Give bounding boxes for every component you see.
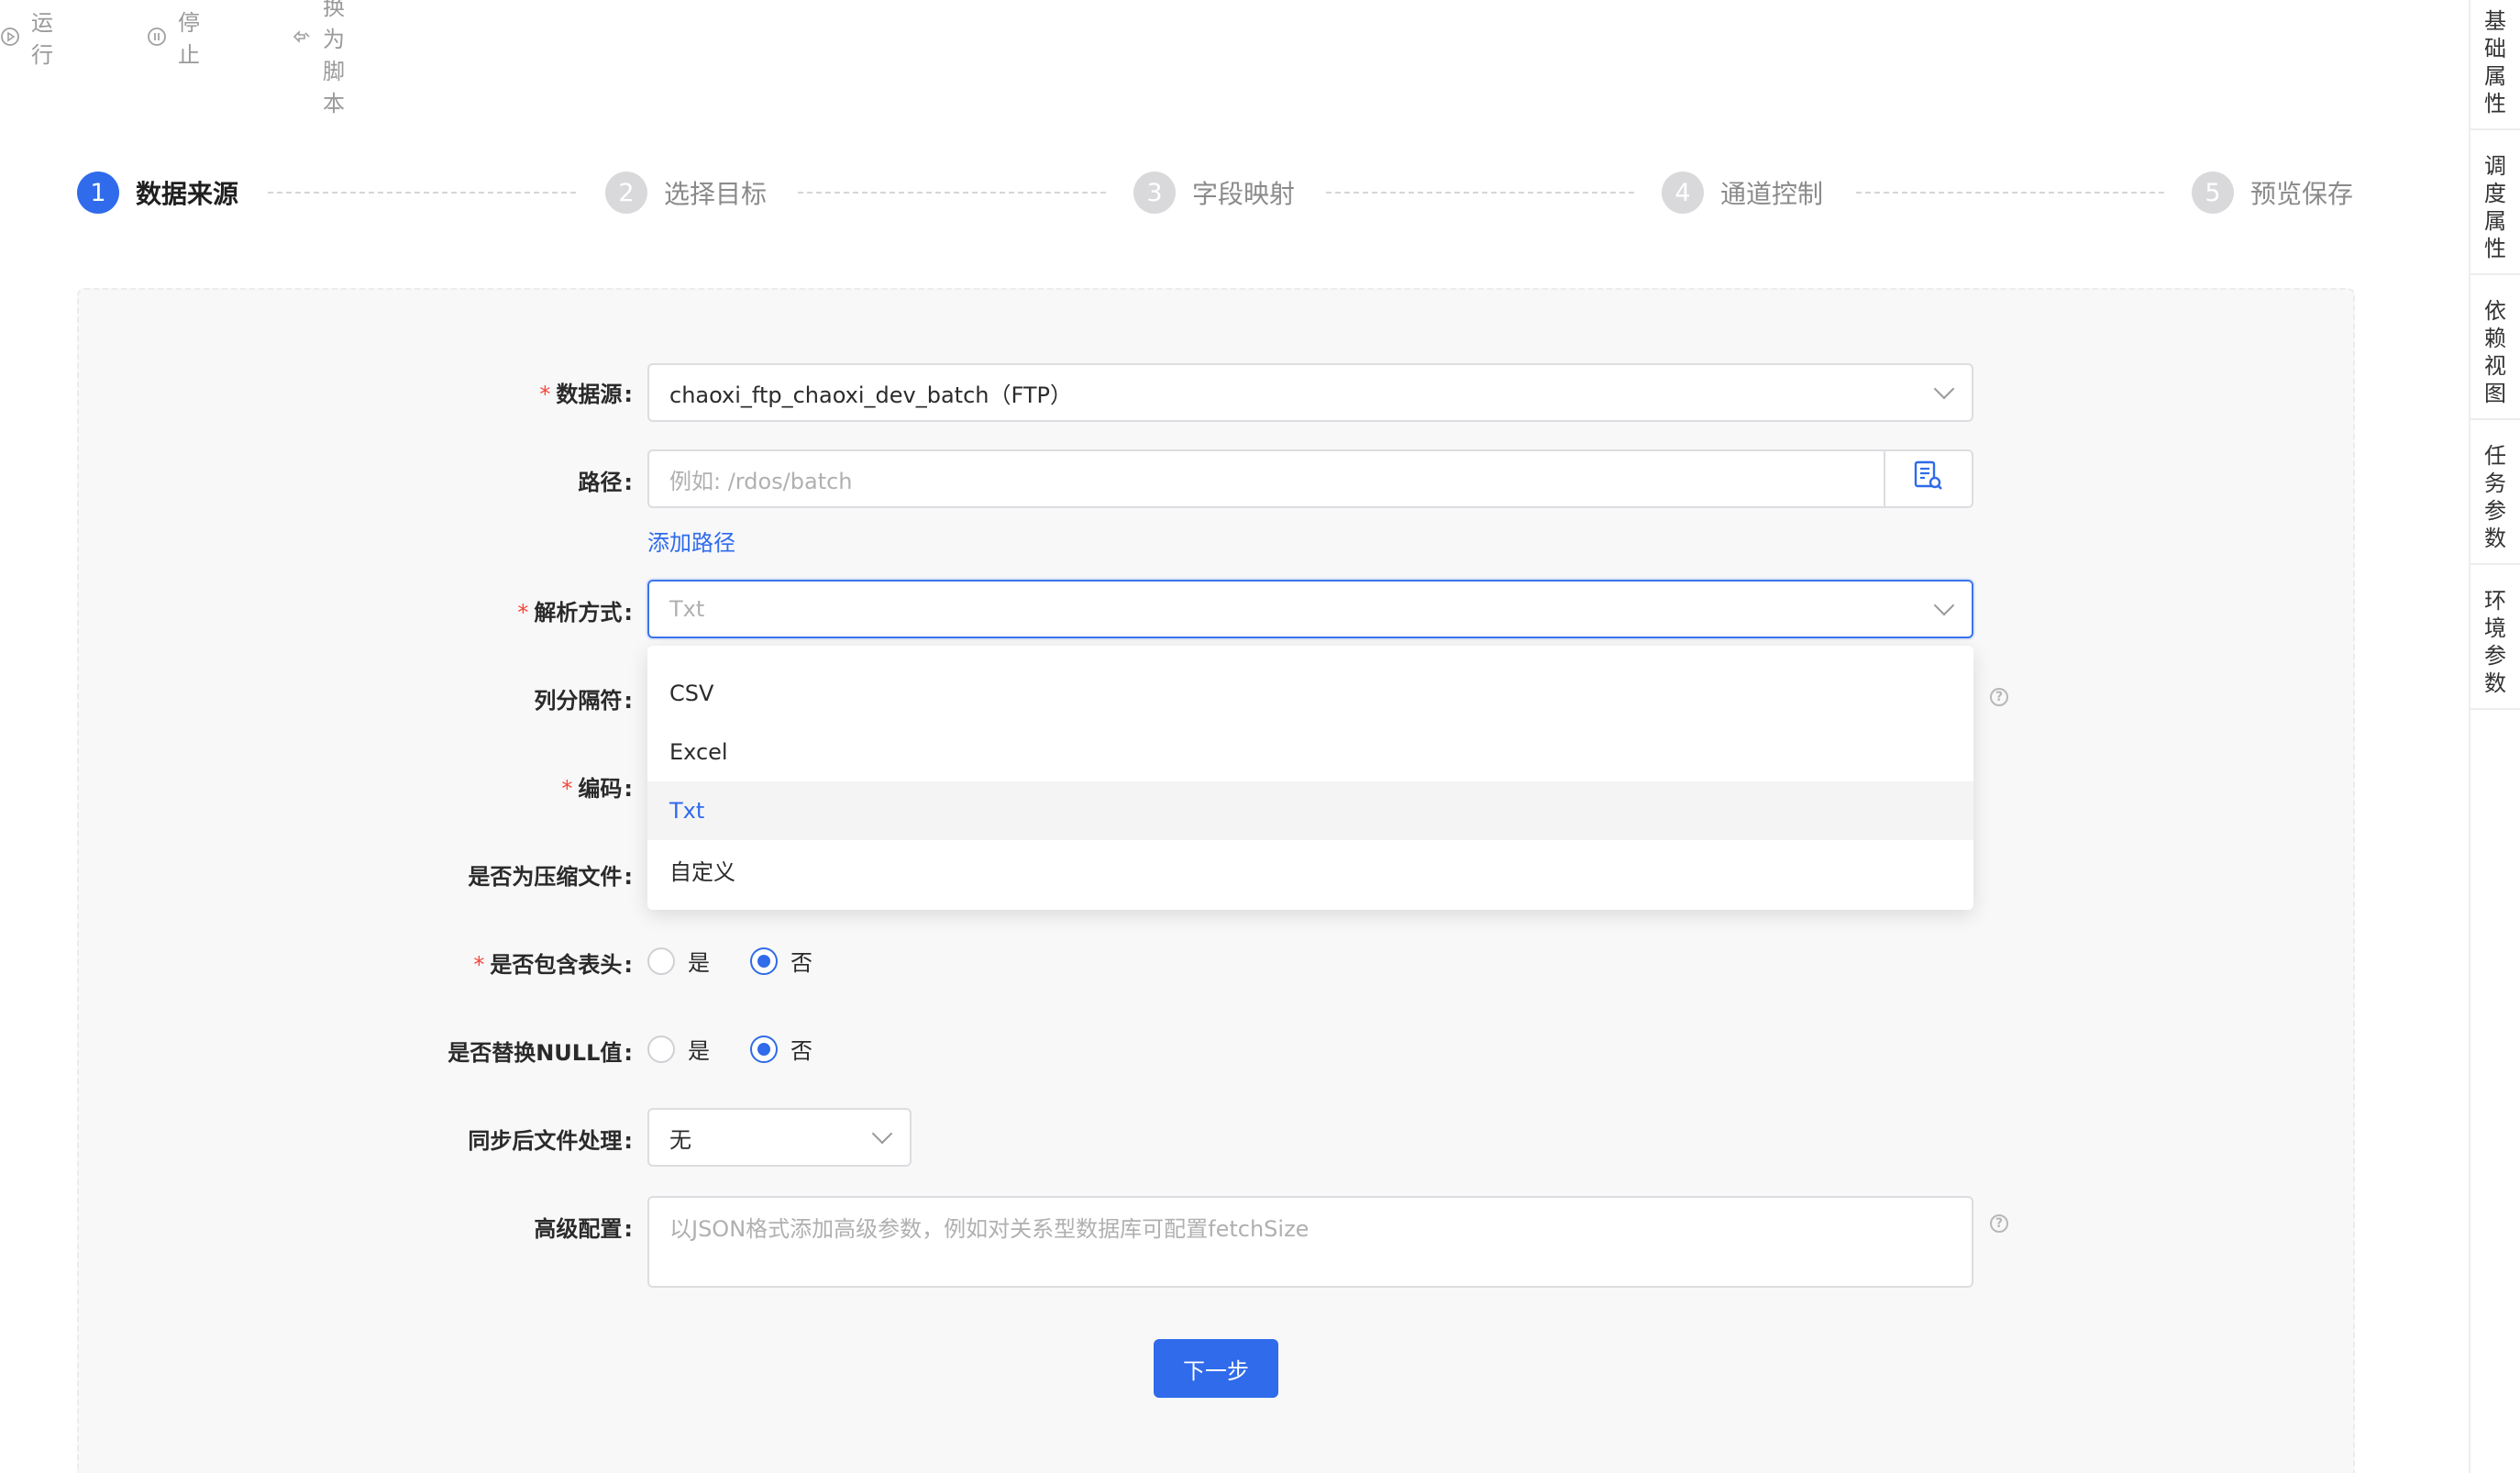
step-number: 2: [605, 172, 647, 214]
delimiter-label: 列分隔符:: [534, 688, 633, 714]
side-tab-label: 任务参数: [2484, 443, 2506, 551]
side-tab-dependency-view[interactable]: 依赖视图: [2470, 290, 2520, 420]
pause-icon: [147, 27, 167, 47]
replace-null-label: 是否替换NULL值:: [448, 1040, 633, 1066]
replace-null-no-option[interactable]: 否: [750, 1033, 812, 1065]
required-mark: *: [473, 952, 485, 978]
file-search-icon: [1912, 460, 1945, 498]
side-tab-label: 调度属性: [2484, 153, 2506, 261]
replace-null-radio-group: 是 否: [647, 1033, 853, 1065]
step-label: 数据来源: [136, 179, 239, 209]
required-mark: *: [517, 600, 529, 626]
side-tab-label: 依赖视图: [2484, 298, 2506, 406]
datasource-value: chaoxi_ftp_chaoxi_dev_batch（FTP）: [669, 382, 1073, 408]
radio-button[interactable]: [647, 1035, 675, 1063]
right-side-tabs: 基础属性 调度属性 依赖视图 任务参数 环境参数: [2469, 0, 2520, 1473]
chevron-down-icon: [871, 1123, 893, 1145]
step-label: 字段映射: [1192, 179, 1296, 209]
step-number: 4: [1662, 172, 1704, 214]
path-label: 路径:: [578, 470, 633, 495]
step-number: 3: [1133, 172, 1176, 214]
header-label: * 是否包含表头:: [473, 952, 633, 978]
datasource-select[interactable]: chaoxi_ftp_chaoxi_dev_batch（FTP）: [647, 363, 1973, 422]
post-process-select[interactable]: 无: [647, 1108, 912, 1167]
post-process-label: 同步后文件处理:: [468, 1128, 633, 1154]
side-tab-label: 基础属性: [2484, 8, 2506, 116]
step-data-source[interactable]: 1 数据来源: [77, 169, 238, 216]
step-label: 预览保存: [2250, 179, 2354, 209]
add-path-link[interactable]: 添加路径: [647, 525, 735, 557]
step-preview-save[interactable]: 5 预览保存: [2192, 169, 2353, 216]
step-field-mapping[interactable]: 3 字段映射: [1133, 169, 1295, 216]
option-custom[interactable]: 自定义: [647, 840, 1973, 899]
path-browse-button[interactable]: [1884, 451, 1972, 506]
radio-button-checked[interactable]: [750, 1035, 778, 1063]
convert-to-script-button[interactable]: 转换为脚本: [292, 0, 345, 116]
step-number: 1: [77, 172, 119, 214]
run-label: 运行: [31, 10, 53, 68]
step-connector: [1326, 192, 1634, 194]
radio-button[interactable]: [647, 947, 675, 975]
side-tab-label: 环境参数: [2484, 588, 2506, 696]
step-select-target[interactable]: 2 选择目标: [605, 169, 767, 216]
play-icon: [0, 27, 20, 47]
convert-label: 转换为脚本: [323, 0, 345, 116]
help-icon[interactable]: ?: [1990, 1214, 2008, 1233]
compressed-label: 是否为压缩文件:: [468, 864, 633, 890]
side-tab-schedule-props[interactable]: 调度属性: [2470, 145, 2520, 275]
side-tab-basic-props[interactable]: 基础属性: [2470, 0, 2520, 130]
chevron-down-icon: [1933, 378, 1955, 400]
header-yes-option[interactable]: 是: [647, 945, 710, 977]
page: 运行 停止 转换为脚本 1 数据来源 2 选择目标 3 字段映射: [0, 0, 2520, 1473]
advanced-label: 高级配置:: [534, 1216, 633, 1242]
path-placeholder: 例如: /rdos/batch: [669, 468, 853, 494]
encoding-label: * 编码:: [561, 776, 633, 802]
run-button[interactable]: 运行: [0, 10, 53, 68]
header-no-option[interactable]: 否: [750, 945, 812, 977]
path-input[interactable]: 例如: /rdos/batch: [647, 449, 1973, 508]
step-number: 5: [2192, 172, 2234, 214]
advanced-config-textarea[interactable]: 以JSON格式添加高级参数，例如对关系型数据库可配置fetchSize: [647, 1196, 1973, 1288]
parse-method-value: Txt: [669, 596, 705, 622]
option-excel[interactable]: Excel: [647, 723, 1973, 781]
header-radio-group: 是 否: [647, 945, 853, 977]
parse-method-label: * 解析方式:: [517, 600, 633, 626]
datasource-label: * 数据源:: [539, 382, 633, 407]
parse-method-dropdown: CSV Excel Txt 自定义: [647, 646, 1973, 910]
side-tab-task-params[interactable]: 任务参数: [2470, 435, 2520, 565]
next-step-button[interactable]: 下一步: [1154, 1339, 1278, 1398]
stop-label: 停止: [178, 10, 200, 68]
required-mark: *: [561, 776, 573, 802]
step-connector: [268, 192, 576, 194]
option-txt[interactable]: Txt: [647, 781, 1973, 840]
convert-icon: [292, 27, 312, 47]
step-channel-control[interactable]: 4 通道控制: [1662, 169, 1823, 216]
side-tab-env-params[interactable]: 环境参数: [2470, 580, 2520, 710]
required-mark: *: [539, 382, 551, 407]
replace-null-yes-option[interactable]: 是: [647, 1033, 710, 1065]
option-csv[interactable]: CSV: [647, 664, 1973, 723]
step-label: 通道控制: [1720, 179, 1824, 209]
step-connector: [798, 192, 1106, 194]
stop-button[interactable]: 停止: [147, 10, 200, 68]
step-label: 选择目标: [664, 179, 768, 209]
steps-bar: 1 数据来源 2 选择目标 3 字段映射 4 通道控制 5 预览保存: [77, 169, 2355, 216]
help-icon[interactable]: ?: [1990, 688, 2008, 706]
advanced-placeholder: 以JSON格式添加高级参数，例如对关系型数据库可配置fetchSize: [669, 1216, 1310, 1242]
parse-method-select[interactable]: Txt: [647, 580, 1973, 638]
chevron-down-icon: [1933, 594, 1955, 616]
post-process-value: 无: [669, 1126, 691, 1153]
step-connector: [1856, 192, 2164, 194]
radio-button-checked[interactable]: [750, 947, 778, 975]
